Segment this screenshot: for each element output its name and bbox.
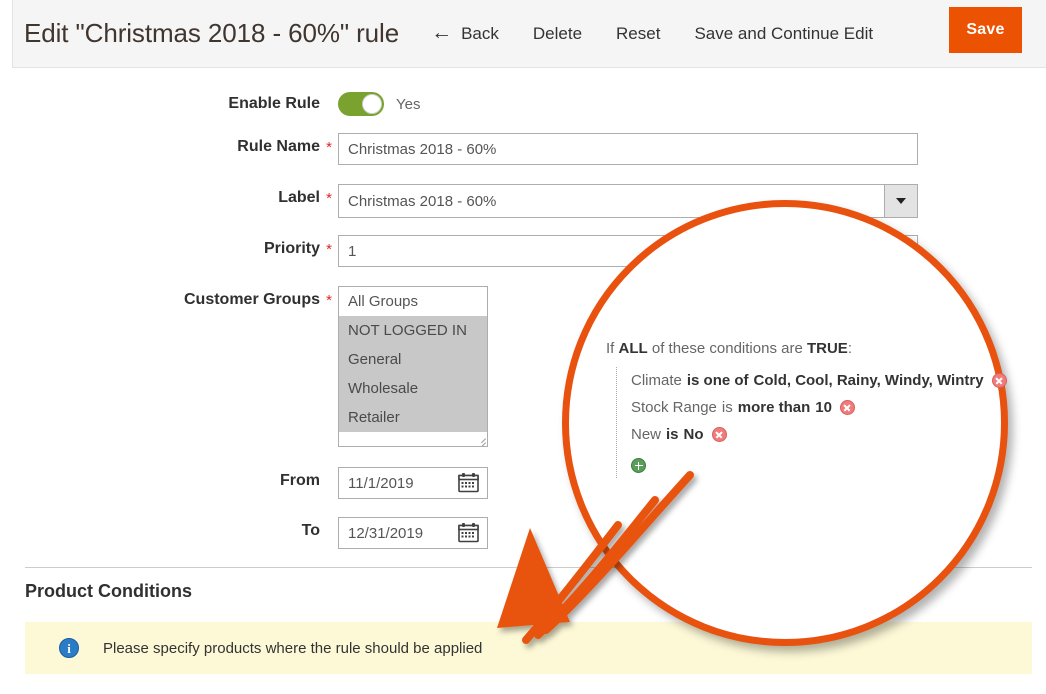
- field-customer-groups: Customer Groups * All Groups NOT LOGGED …: [0, 286, 488, 447]
- to-date-required-marker: *: [320, 517, 338, 540]
- to-date-label: To: [0, 517, 320, 540]
- from-date-required-marker: *: [320, 467, 338, 490]
- rule-name-required-marker: *: [320, 133, 338, 156]
- enable-rule-label: Enable Rule: [0, 90, 320, 113]
- header-actions: ← Back Delete Reset Save and Continue Ed…: [421, 0, 890, 67]
- from-date-label: From: [0, 467, 320, 490]
- enable-rule-value: Yes: [396, 96, 420, 113]
- page-root: Edit "Christmas 2018 - 60%" rule ← Back …: [0, 0, 1046, 694]
- back-button[interactable]: ← Back: [421, 23, 516, 44]
- to-date-field[interactable]: 12/31/2019: [338, 517, 488, 549]
- field-to-date: To * 12/31/2019: [0, 517, 488, 549]
- label-select-value: Christmas 2018 - 60%: [338, 184, 884, 218]
- priority-label: Priority: [0, 235, 320, 258]
- rule-form: Enable Rule * Yes Rule Name * Label * Ch…: [0, 68, 1046, 558]
- customer-groups-option[interactable]: Wholesale: [339, 374, 487, 403]
- page-header: Edit "Christmas 2018 - 60%" rule ← Back …: [12, 0, 1046, 68]
- toggle-knob: [362, 94, 382, 114]
- chevron-down-icon: [896, 198, 906, 204]
- field-priority: Priority *: [0, 235, 918, 267]
- notice-text: Please specify products where the rule s…: [103, 640, 482, 657]
- customer-groups-option[interactable]: All Groups: [339, 287, 487, 316]
- priority-input[interactable]: [338, 235, 918, 267]
- priority-required-marker: *: [320, 235, 338, 258]
- arrow-left-icon: ←: [431, 22, 452, 43]
- customer-groups-option[interactable]: General: [339, 345, 487, 374]
- calendar-icon[interactable]: [456, 472, 482, 494]
- delete-button[interactable]: Delete: [516, 25, 599, 42]
- customer-groups-label: Customer Groups: [0, 286, 320, 309]
- customer-groups-option[interactable]: Retailer: [339, 403, 487, 432]
- label-label: Label: [0, 184, 320, 207]
- multiselect-filler: [339, 432, 487, 446]
- section-divider: [25, 567, 1032, 568]
- to-date-value: 12/31/2019: [339, 525, 456, 542]
- product-conditions-title: Product Conditions: [25, 581, 192, 602]
- reset-button[interactable]: Reset: [599, 25, 677, 42]
- field-rule-name: Rule Name *: [0, 133, 918, 165]
- save-button[interactable]: Save: [949, 7, 1022, 53]
- field-from-date: From * 11/1/2019: [0, 467, 488, 499]
- save-and-continue-edit-button[interactable]: Save and Continue Edit: [677, 25, 890, 42]
- multiselect-resize-handle[interactable]: [474, 433, 486, 445]
- product-conditions-notice: i Please specify products where the rule…: [25, 622, 1032, 674]
- from-date-value: 11/1/2019: [339, 475, 456, 492]
- label-select[interactable]: Christmas 2018 - 60%: [338, 184, 918, 218]
- label-select-toggle[interactable]: [884, 184, 918, 218]
- field-enable-rule: Enable Rule * Yes: [0, 90, 420, 116]
- calendar-icon[interactable]: [456, 522, 482, 544]
- rule-name-input[interactable]: [338, 133, 918, 165]
- customer-groups-multiselect[interactable]: All Groups NOT LOGGED IN General Wholesa…: [338, 286, 488, 447]
- customer-groups-required-marker: *: [320, 286, 338, 309]
- enable-rule-control: Yes: [338, 90, 420, 116]
- label-required-marker: *: [320, 184, 338, 207]
- rule-name-label: Rule Name: [0, 133, 320, 156]
- info-icon: i: [59, 638, 79, 658]
- enable-rule-required-marker: *: [320, 90, 338, 113]
- field-label: Label * Christmas 2018 - 60%: [0, 184, 918, 218]
- page-title: Edit "Christmas 2018 - 60%" rule: [24, 18, 399, 49]
- back-button-label: Back: [461, 25, 499, 42]
- from-date-field[interactable]: 11/1/2019: [338, 467, 488, 499]
- enable-rule-toggle[interactable]: [338, 92, 384, 116]
- customer-groups-option[interactable]: NOT LOGGED IN: [339, 316, 487, 345]
